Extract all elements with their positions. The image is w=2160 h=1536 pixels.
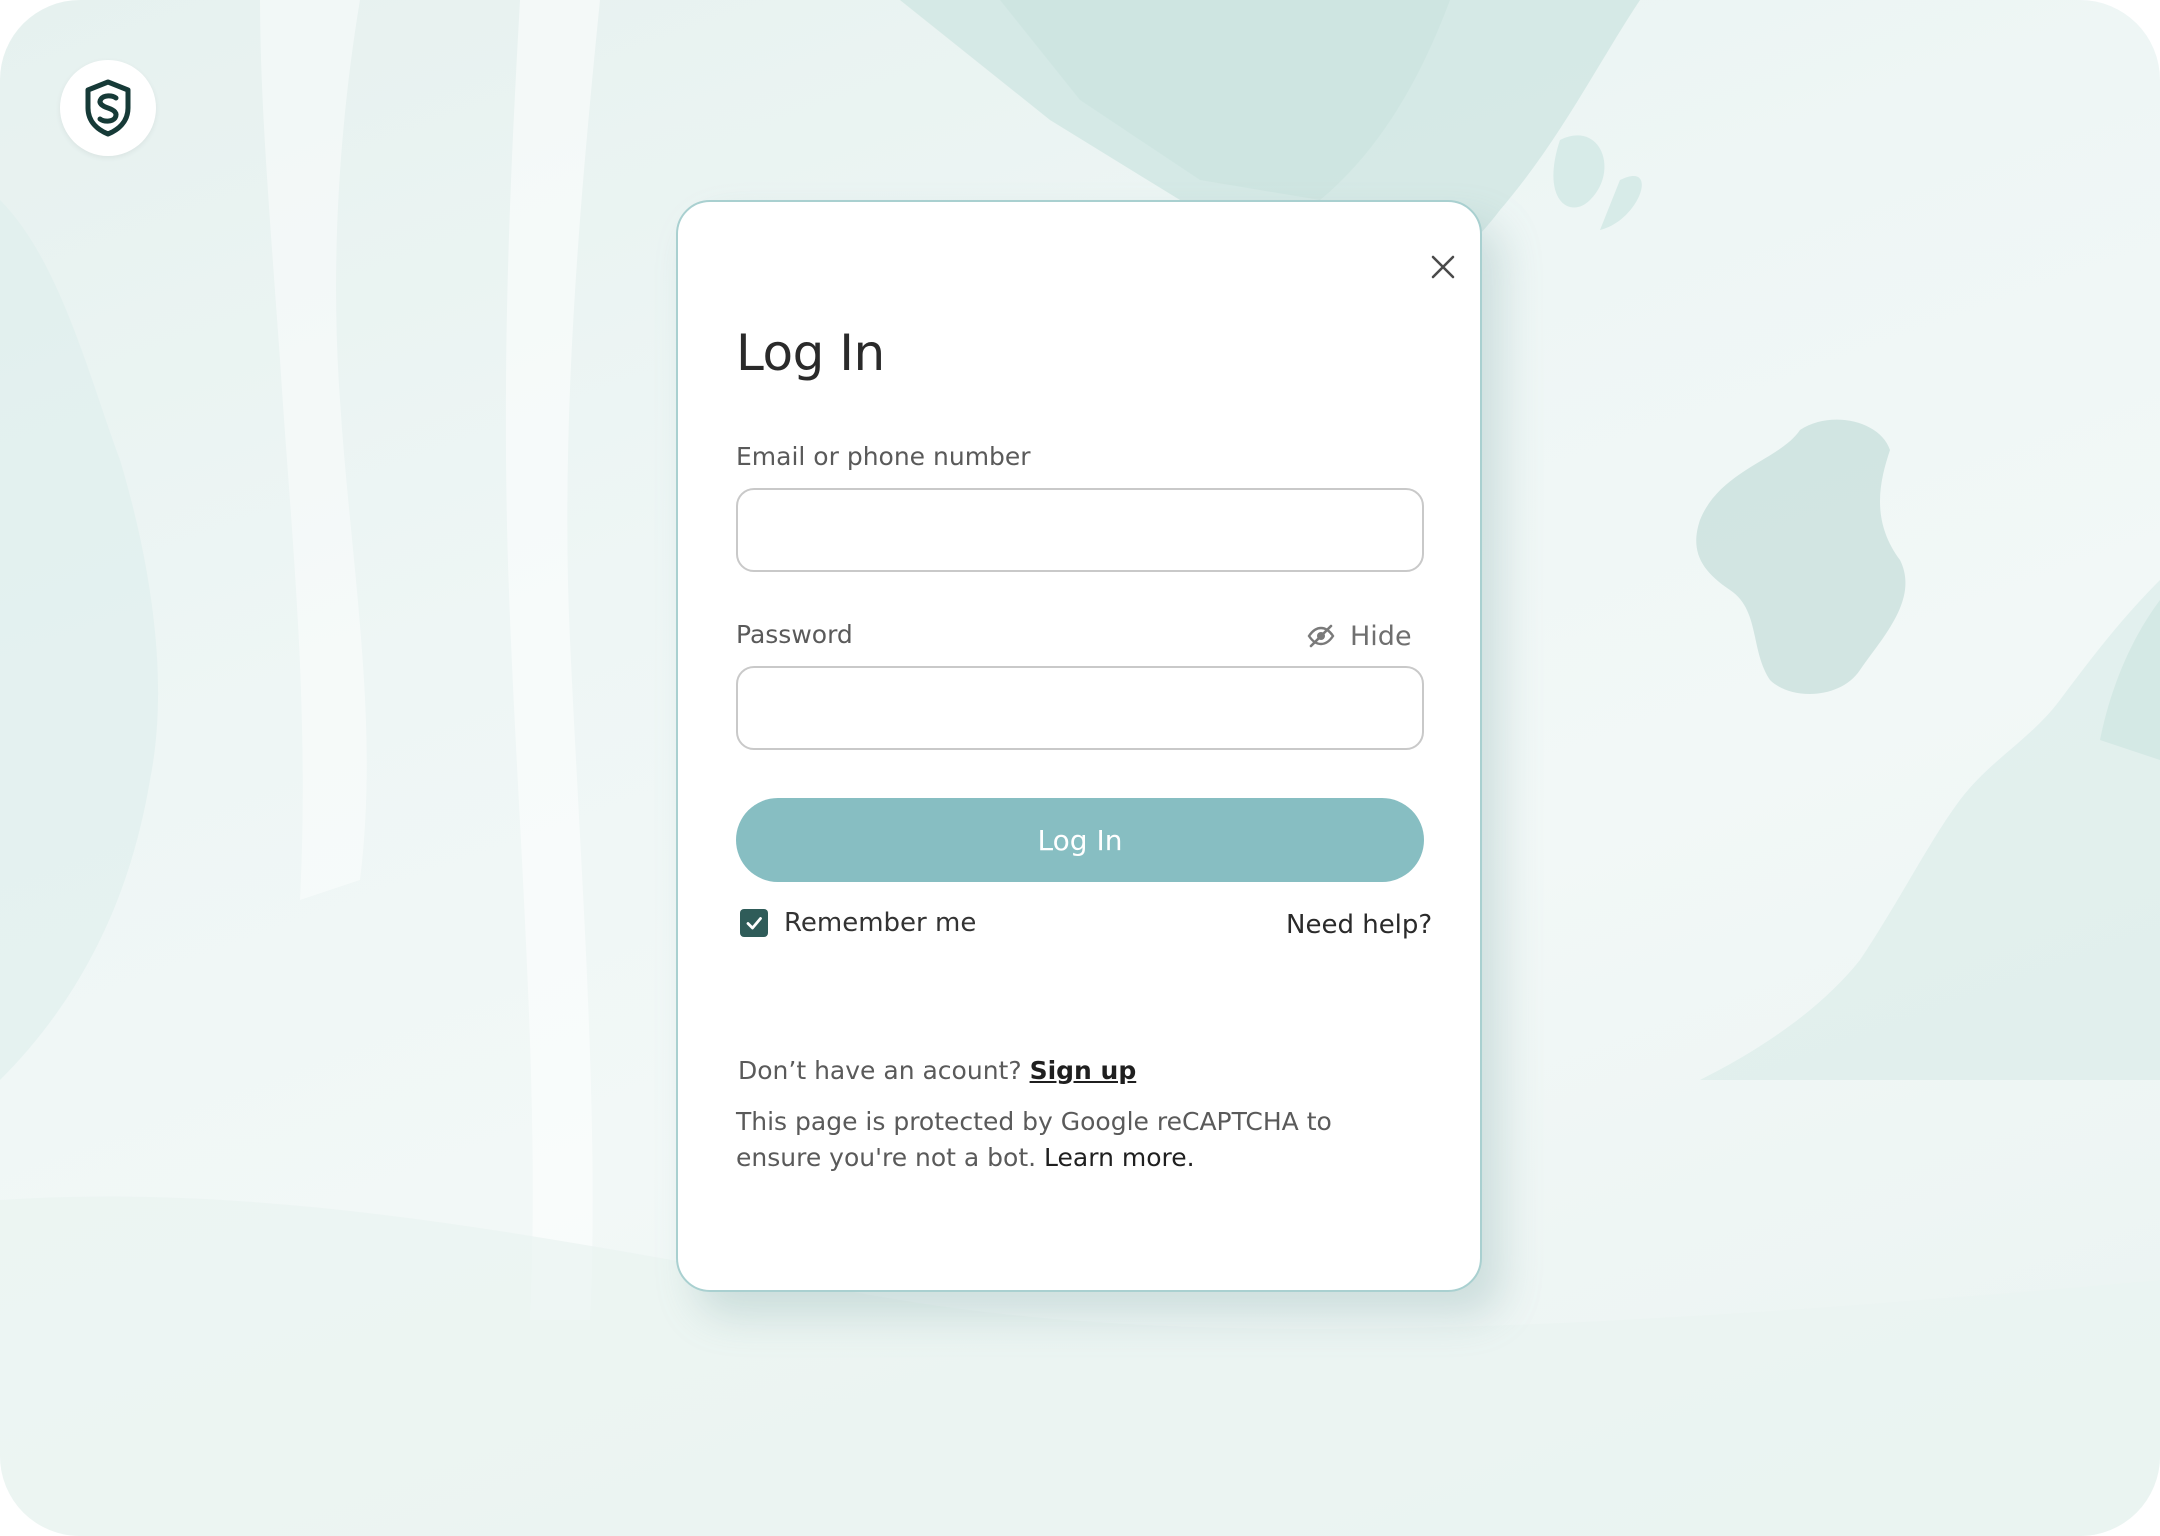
signup-prompt: Don’t have an acount? Sign up (738, 1056, 1136, 1085)
login-button[interactable]: Log In (736, 798, 1424, 882)
password-field[interactable] (736, 666, 1424, 750)
eye-slash-icon (1307, 624, 1335, 648)
remember-me-checkbox[interactable]: Remember me (740, 908, 976, 938)
recaptcha-notice: This page is protected by Google reCAPTC… (736, 1104, 1376, 1176)
page-background: Log In Email or phone number Password Hi… (0, 0, 2160, 1536)
no-account-text: Don’t have an acount? (738, 1056, 1022, 1085)
email-field[interactable] (736, 488, 1424, 572)
password-visibility-toggle[interactable]: Hide (1306, 616, 1412, 656)
page-title: Log In (736, 324, 885, 382)
learn-more-link[interactable]: Learn more. (1044, 1143, 1195, 1172)
need-help-link[interactable]: Need help? (1286, 910, 1432, 940)
captcha-text: This page is protected by Google reCAPTC… (736, 1107, 1332, 1172)
remember-me-label: Remember me (784, 908, 977, 938)
close-icon (1431, 255, 1455, 279)
hide-label: Hide (1350, 620, 1412, 652)
login-modal: Log In Email or phone number Password Hi… (676, 200, 1482, 1292)
password-label: Password (736, 620, 853, 649)
signup-link[interactable]: Sign up (1030, 1056, 1137, 1085)
shield-sc-logo-icon (85, 79, 131, 137)
email-label: Email or phone number (736, 442, 1031, 471)
close-button[interactable] (1416, 240, 1470, 294)
brand-logo[interactable] (60, 60, 156, 156)
checkmark-icon (746, 917, 762, 930)
checkbox-checked[interactable] (740, 909, 768, 937)
